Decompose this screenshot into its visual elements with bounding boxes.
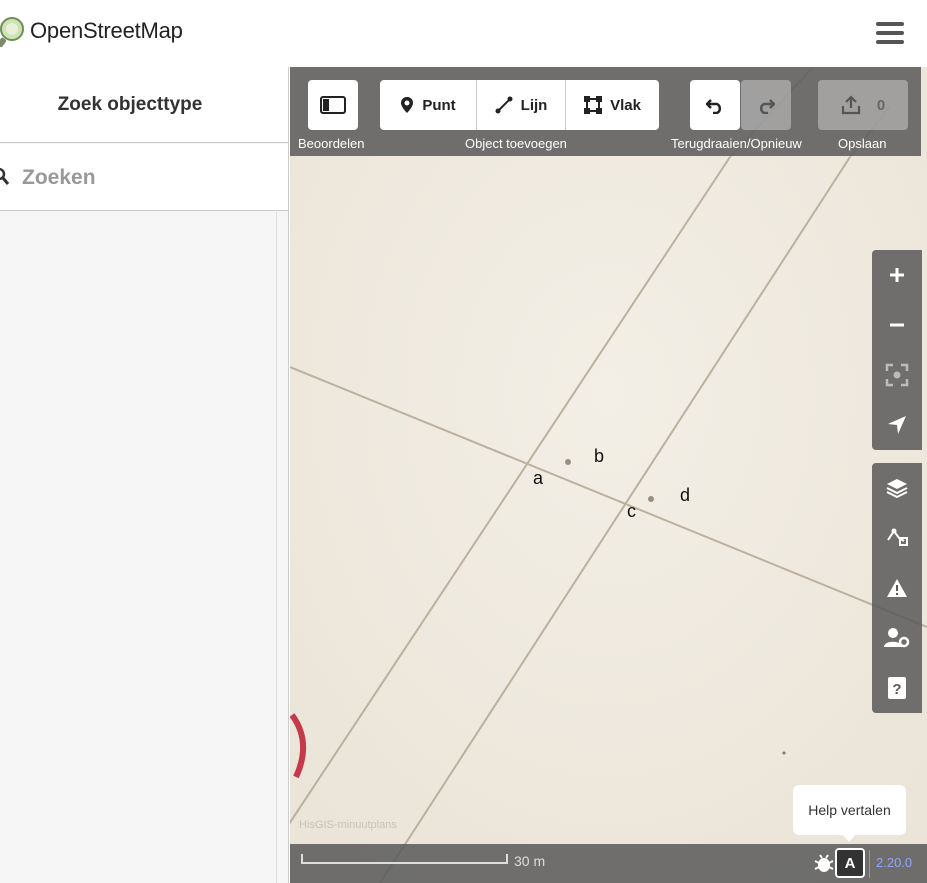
- map-label-a: a: [533, 468, 544, 488]
- save-button[interactable]: 0: [818, 80, 908, 130]
- save-label: Opslaan: [838, 136, 887, 151]
- imagery-attribution[interactable]: HisGIS-minuutplans: [299, 819, 397, 831]
- add-area-button[interactable]: Vlak: [566, 80, 659, 130]
- help-icon: ?: [888, 677, 906, 699]
- add-object-group: Punt Lijn Vlak: [380, 80, 659, 130]
- redo-button[interactable]: [741, 80, 791, 130]
- preferences-pane-button[interactable]: [872, 613, 922, 663]
- app-root: OpenStreetMap Zoek objecttype Zoeken a b…: [0, 0, 927, 883]
- help-translate-tooltip: Help vertalen: [793, 785, 906, 835]
- zoom-to-selection-icon: [885, 363, 909, 387]
- map-footer: 30 m A 2.20.0: [290, 844, 927, 883]
- map-data-icon: [887, 528, 908, 546]
- undo-icon: [706, 99, 722, 114]
- map-label-c: c: [627, 501, 636, 521]
- map-controls-top: [872, 250, 922, 450]
- area-label: Vlak: [610, 96, 641, 114]
- redo-icon: [759, 99, 775, 114]
- map-controls-panes: ?: [872, 463, 922, 713]
- help-pane-button[interactable]: ?: [872, 663, 922, 713]
- add-line-button[interactable]: Lijn: [477, 80, 566, 130]
- save-count: 0: [876, 96, 886, 114]
- svg-text:?: ?: [892, 681, 901, 698]
- version-link[interactable]: 2.20.0: [876, 855, 912, 870]
- map-label-d: d: [680, 485, 691, 505]
- map-area[interactable]: a b c d Beoordelen Punt Lijn Vlak Object…: [290, 67, 927, 883]
- issues-pane-button[interactable]: [872, 563, 922, 613]
- sidebar-resizer[interactable]: [276, 212, 277, 883]
- menu-icon[interactable]: [876, 22, 904, 46]
- zoom-in-button[interactable]: [872, 250, 922, 300]
- search-row: [0, 144, 288, 211]
- preferences-icon: [884, 628, 910, 648]
- brand-title[interactable]: OpenStreetMap: [30, 18, 183, 44]
- top-toolbar: Beoordelen Punt Lijn Vlak Object toevoeg…: [290, 67, 921, 156]
- zoom-out-button[interactable]: [872, 300, 922, 350]
- sidebar-title: Zoek objecttype: [57, 94, 203, 115]
- issues-icon: [887, 579, 907, 597]
- zoom-to-selection-button[interactable]: [872, 350, 922, 400]
- geolocate-icon: [888, 416, 906, 434]
- map-background: [290, 67, 927, 883]
- minus-icon: [890, 323, 904, 327]
- line-label: Lijn: [520, 96, 548, 114]
- osm-header: OpenStreetMap: [0, 0, 927, 67]
- upload-icon: [841, 95, 860, 115]
- point-label: Punt: [422, 96, 456, 114]
- map-data-pane-button[interactable]: [872, 513, 922, 563]
- translate-icon[interactable]: A: [835, 848, 865, 878]
- point-icon: [401, 97, 414, 113]
- line-icon: [495, 96, 513, 114]
- footer-divider: [869, 850, 870, 878]
- scale-bar[interactable]: [301, 854, 508, 864]
- sidebar-header: Zoek objecttype: [0, 67, 288, 143]
- map-label-b: b: [594, 446, 605, 466]
- geolocate-button[interactable]: [872, 400, 922, 450]
- undo-redo-label: Terugdraaien/Opnieuw: [671, 136, 802, 151]
- area-icon: [584, 96, 603, 114]
- sidebar-toggle-label: Beoordelen: [298, 136, 365, 151]
- osm-logo-icon: [0, 17, 24, 48]
- plus-icon: [890, 268, 904, 282]
- layers-icon: [886, 479, 908, 499]
- search-input[interactable]: [22, 162, 272, 194]
- undo-button[interactable]: [690, 80, 740, 130]
- tooltip-arrow: [842, 834, 856, 842]
- sidebar-toggle-icon: [320, 96, 346, 114]
- add-point-button[interactable]: Punt: [380, 80, 477, 130]
- search-icon: [0, 167, 10, 185]
- sidebar: Zoek objecttype: [0, 67, 289, 883]
- scale-label: 30 m: [514, 853, 546, 869]
- bug-icon[interactable]: [814, 852, 834, 874]
- sidebar-toggle-button[interactable]: [308, 80, 358, 130]
- add-object-label: Object toevoegen: [465, 136, 567, 151]
- background-pane-button[interactable]: [872, 463, 922, 513]
